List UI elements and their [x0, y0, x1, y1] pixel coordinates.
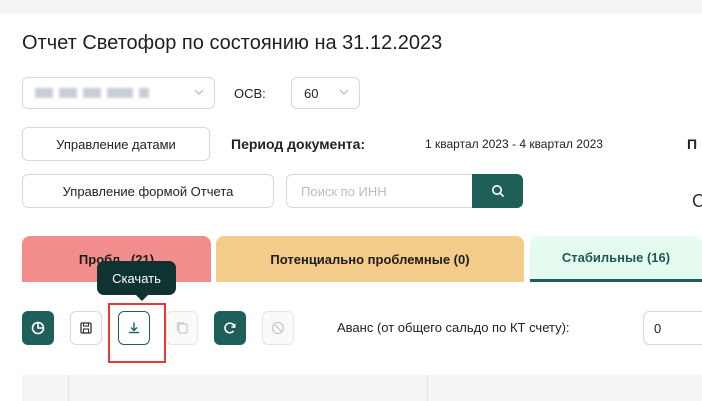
manage-form-button[interactable]: Управление формой Отчета [22, 174, 274, 208]
save-button[interactable] [70, 311, 102, 345]
copy-icon [176, 322, 188, 334]
refresh-button[interactable] [214, 311, 246, 345]
search-button[interactable] [472, 174, 523, 208]
chart-button[interactable] [22, 311, 54, 345]
inn-search-input[interactable]: Поиск по ИНН [286, 174, 472, 208]
save-icon [80, 322, 92, 334]
download-tooltip: Скачать [97, 261, 176, 295]
advance-label: Аванс (от общего сальдо по КТ счету): [337, 320, 570, 335]
blurred-company-name [35, 88, 155, 98]
table-column-divider [68, 375, 69, 401]
tab-stable[interactable]: Стабильные (16) [530, 236, 702, 282]
tab-stable-label: Стабильные (16) [561, 250, 671, 265]
chevron-down-icon [339, 87, 349, 100]
download-highlight-box [108, 303, 166, 363]
top-strip [0, 0, 702, 14]
copy-button[interactable] [166, 311, 198, 345]
tab-potential-label: Потенциально проблемные (0) [270, 251, 470, 267]
chevron-down-icon [194, 87, 204, 100]
right-cut-text: С [692, 191, 702, 211]
osv-value: 60 [304, 85, 319, 101]
period-value: 1 квартал 2023 - 4 квартал 2023 [425, 137, 603, 151]
refresh-icon [224, 322, 236, 334]
block-button[interactable] [262, 311, 294, 345]
manage-dates-button[interactable]: Управление датами [22, 127, 210, 161]
tooltip-arrow [136, 295, 148, 301]
osv-label: ОСВ: [234, 86, 266, 101]
company-select[interactable] [22, 77, 215, 109]
advance-input[interactable]: 0 [643, 311, 702, 345]
block-icon [271, 321, 285, 335]
period-overflow-text: П [687, 136, 698, 152]
period-label: Период документа: [231, 136, 366, 152]
osv-select[interactable]: 60 [291, 77, 360, 109]
search-icon [491, 185, 504, 198]
page-title: Отчет Светофор по состоянию на 31.12.202… [22, 32, 443, 54]
table-column-divider [427, 375, 428, 401]
tab-potential[interactable]: Потенциально проблемные (0) [216, 236, 524, 282]
table-header [22, 375, 702, 401]
chart-icon [31, 321, 45, 335]
